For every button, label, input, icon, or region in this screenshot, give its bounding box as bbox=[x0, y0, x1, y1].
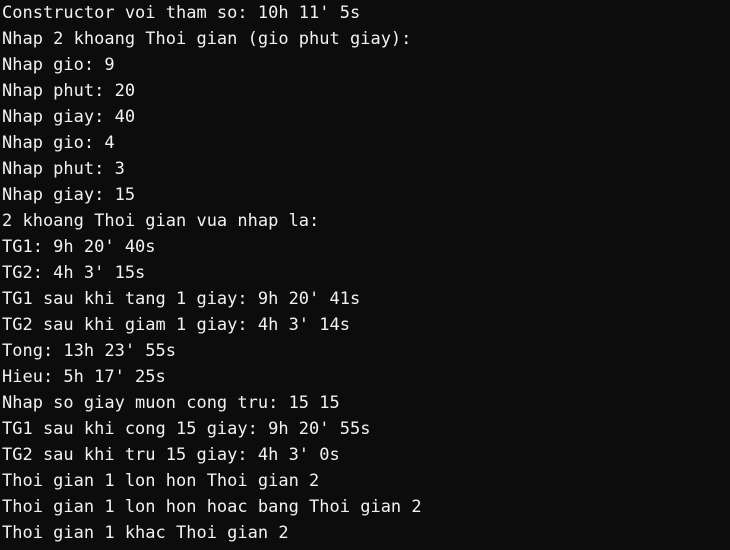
output-line-seconds-input: Nhap so giay muon cong tru: 15 15 bbox=[2, 393, 340, 413]
output-line-compare-not-equal: Thoi gian 1 khac Thoi gian 2 bbox=[2, 523, 289, 543]
output-line-tg2-subtract: TG2 sau khi tru 15 giay: 4h 3' 0s bbox=[2, 445, 340, 465]
output-line-difference: Hieu: 5h 17' 25s bbox=[2, 367, 166, 387]
output-line-minute-2: Nhap phut: 3 bbox=[2, 159, 125, 179]
output-line-constructor: Constructor voi tham so: 10h 11' 5s bbox=[2, 3, 361, 23]
output-line-sum: Tong: 13h 23' 55s bbox=[2, 341, 176, 361]
output-line-second-1: Nhap giay: 40 bbox=[2, 107, 136, 127]
output-line-tg2: TG2: 4h 3' 15s bbox=[2, 263, 146, 283]
output-line-second-2: Nhap giay: 15 bbox=[2, 185, 136, 205]
output-line-compare-greater-equal: Thoi gian 1 lon hon hoac bang Thoi gian … bbox=[2, 497, 422, 517]
output-line-tg1-add: TG1 sau khi cong 15 giay: 9h 20' 55s bbox=[2, 419, 371, 439]
output-line-tg1: TG1: 9h 20' 40s bbox=[2, 237, 156, 257]
output-line-minute-1: Nhap phut: 20 bbox=[2, 81, 136, 101]
output-line-entered-header: 2 khoang Thoi gian vua nhap la: bbox=[2, 211, 320, 231]
output-line-hour-1: Nhap gio: 9 bbox=[2, 55, 115, 75]
output-line-tg1-increment: TG1 sau khi tang 1 giay: 9h 20' 41s bbox=[2, 289, 361, 309]
output-line-compare-greater: Thoi gian 1 lon hon Thoi gian 2 bbox=[2, 471, 320, 491]
terminal-output[interactable]: Constructor voi tham so: 10h 11' 5s Nhap… bbox=[0, 0, 730, 550]
output-line-hour-2: Nhap gio: 4 bbox=[2, 133, 115, 153]
output-line-input-prompt: Nhap 2 khoang Thoi gian (gio phut giay): bbox=[2, 29, 412, 49]
output-line-tg2-decrement: TG2 sau khi giam 1 giay: 4h 3' 14s bbox=[2, 315, 350, 335]
